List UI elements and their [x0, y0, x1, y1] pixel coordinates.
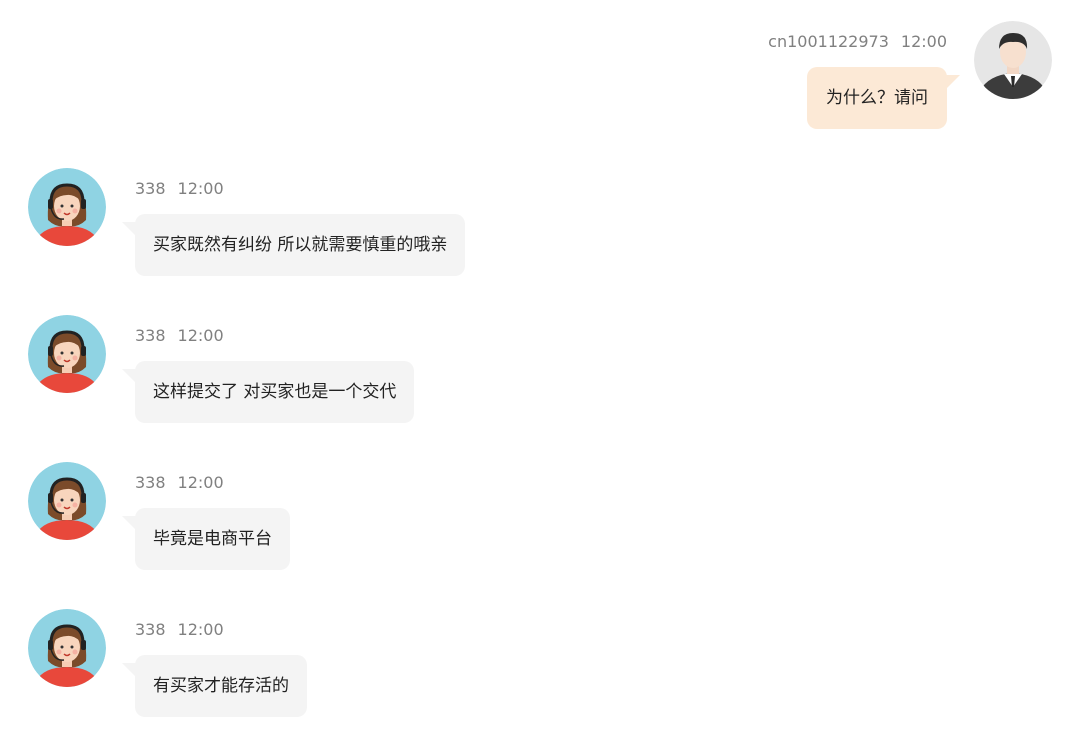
agent-headset-avatar-icon[interactable]: [28, 462, 106, 540]
sender-name: 338: [135, 326, 166, 345]
message-time: 12:00: [177, 473, 224, 492]
incoming-message: 338 12:00 有买家才能存活的: [0, 609, 700, 729]
message-bubble: 为什么？请问: [807, 67, 960, 129]
message-meta: 338 12:00: [135, 473, 224, 492]
message-time: 12:00: [177, 620, 224, 639]
outgoing-message: cn1001122973 12:00 为什么？请问: [0, 0, 1078, 140]
agent-headset-avatar-icon[interactable]: [28, 609, 106, 687]
businessman-avatar-icon[interactable]: [974, 21, 1052, 99]
message-time: 12:00: [177, 326, 224, 345]
agent-headset-avatar-icon[interactable]: [28, 168, 106, 246]
message-meta: 338 12:00: [135, 620, 224, 639]
incoming-message: 338 12:00 买家既然有纠纷 所以就需要慎重的哦亲: [0, 168, 700, 288]
sender-name: 338: [135, 620, 166, 639]
message-bubble: 毕竟是电商平台: [122, 508, 290, 570]
message-bubble: 这样提交了 对买家也是一个交代: [121, 361, 415, 423]
sender-name: 338: [135, 179, 166, 198]
agent-headset-avatar-icon[interactable]: [28, 315, 106, 393]
message-meta: cn1001122973 12:00: [768, 32, 947, 51]
sender-name: cn1001122973: [768, 32, 889, 51]
message-time: 12:00: [177, 179, 224, 198]
sender-name: 338: [135, 473, 166, 492]
message-time: 12:00: [900, 32, 947, 51]
message-bubble: 买家既然有纠纷 所以就需要慎重的哦亲: [121, 214, 466, 276]
incoming-message: 338 12:00 这样提交了 对买家也是一个交代: [0, 315, 700, 435]
incoming-message: 338 12:00 毕竟是电商平台: [0, 462, 700, 582]
message-bubble: 有买家才能存活的: [122, 655, 307, 717]
chat-message-list: cn1001122973 12:00 为什么？请问 338 12:00 买家既然…: [0, 0, 1078, 742]
message-meta: 338 12:00: [135, 326, 224, 345]
message-meta: 338 12:00: [135, 179, 224, 198]
